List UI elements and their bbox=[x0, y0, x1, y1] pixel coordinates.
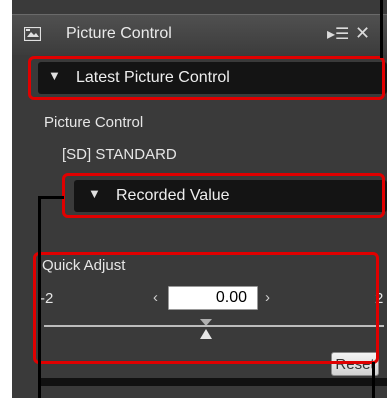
picture-control-icon bbox=[24, 27, 41, 41]
callout-quick-adjust bbox=[33, 252, 379, 364]
callout-leader-line bbox=[38, 196, 64, 199]
panel-titlebar: Picture Control ▸☰ ✕ bbox=[12, 14, 387, 55]
callout-leader-line bbox=[380, 0, 383, 58]
callout-recorded-dropdown bbox=[62, 173, 385, 218]
callout-latest-dropdown bbox=[28, 56, 385, 100]
picture-control-value: [SD] STANDARD bbox=[62, 146, 177, 163]
list-menu-icon[interactable]: ▸☰ bbox=[327, 24, 349, 44]
panel-title: Picture Control bbox=[66, 25, 172, 42]
callout-leader-line bbox=[38, 196, 41, 398]
bottom-divider bbox=[38, 378, 387, 386]
callout-leader-line bbox=[372, 362, 375, 398]
picture-control-heading: Picture Control bbox=[44, 114, 144, 131]
close-icon[interactable]: ✕ bbox=[355, 23, 370, 44]
